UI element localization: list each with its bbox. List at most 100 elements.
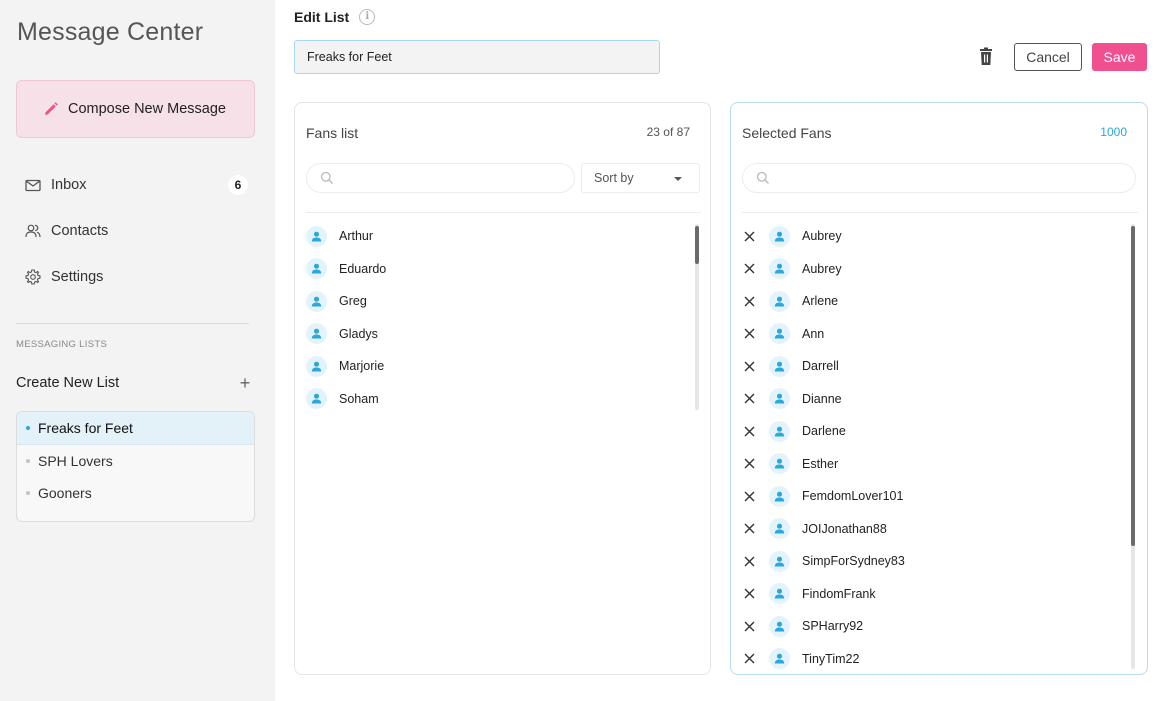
selected-fan-row[interactable]: TinyTim22 (742, 643, 905, 676)
remove-icon[interactable] (742, 229, 756, 243)
sidebar-item-label: Inbox (51, 177, 87, 193)
remove-icon[interactable] (742, 294, 756, 308)
selected-fan-row[interactable]: Ann (742, 318, 905, 351)
user-avatar-icon (769, 518, 790, 540)
user-avatar-icon (769, 550, 790, 572)
selected-fan-row[interactable]: JOIJonathan88 (742, 513, 905, 546)
selected-search-input[interactable] (742, 163, 1136, 193)
fan-row[interactable]: Arthur (306, 220, 386, 253)
user-avatar-icon (769, 323, 790, 345)
user-avatar-icon (769, 648, 790, 670)
remove-icon[interactable] (742, 262, 756, 276)
gear-icon (25, 269, 41, 285)
selected-count: 1000 (1100, 125, 1127, 139)
selected-fan-row[interactable]: FemdomLover101 (742, 480, 905, 513)
selected-fan-row[interactable]: Arlene (742, 285, 905, 318)
unread-count-badge: 6 (228, 175, 248, 195)
fan-name: Aubrey (802, 229, 842, 244)
panel-title: Fans list (306, 125, 359, 141)
plus-icon[interactable]: + (237, 373, 253, 394)
fan-name: Arlene (802, 294, 839, 309)
info-icon[interactable]: i (359, 9, 376, 25)
remove-icon[interactable] (742, 652, 756, 666)
list-item-gooners[interactable]: Gooners (17, 477, 254, 510)
remove-icon[interactable] (742, 522, 756, 536)
user-avatar-icon (306, 355, 327, 377)
user-avatar-icon (769, 355, 790, 377)
selected-fan-row[interactable]: Darrell (742, 350, 905, 383)
selected-fan-row[interactable]: Esther (742, 448, 905, 481)
selected-fan-row[interactable]: Aubrey (742, 220, 905, 253)
page-title: Edit List (294, 9, 350, 25)
compose-label: Compose New Message (68, 101, 226, 117)
scrollbar-thumb[interactable] (695, 226, 699, 264)
fan-row[interactable]: Eduardo (306, 253, 386, 286)
remove-icon[interactable] (742, 392, 756, 406)
selected-fans-panel: Selected Fans 1000 Aubrey Aubrey Arlene Ann… (730, 102, 1148, 675)
trash-icon[interactable] (977, 47, 995, 67)
fan-row[interactable]: Marjorie (306, 350, 386, 383)
mail-icon (25, 179, 41, 191)
sidebar-item-contacts[interactable]: Contacts (16, 216, 248, 246)
fan-name: FindomFrank (802, 586, 876, 601)
sort-label: Sort by (594, 171, 634, 185)
user-avatar-icon (306, 323, 327, 345)
create-new-list-row[interactable]: Create New List + (16, 372, 253, 394)
selected-fan-row[interactable]: FindomFrank (742, 578, 905, 611)
remove-icon[interactable] (742, 587, 756, 601)
fan-name: Darrell (802, 359, 839, 374)
selected-fan-row[interactable]: Darlene (742, 415, 905, 448)
list-item-freaks-for-feet[interactable]: Freaks for Feet (17, 412, 254, 445)
messaging-lists-heading: MESSAGING LISTS (16, 339, 108, 350)
panel-title: Selected Fans (742, 125, 832, 141)
compose-new-message-button[interactable]: Compose New Message (16, 80, 255, 138)
fan-row[interactable]: Greg (306, 285, 386, 318)
selected-fan-row[interactable]: Aubrey (742, 253, 905, 286)
fan-row[interactable]: Soham (306, 383, 386, 416)
selected-fan-row[interactable]: SimpForSydney83 (742, 545, 905, 578)
fans-list-panel: Fans list 23 of 87 Sort by Arthur Eduardo… (294, 102, 711, 675)
fan-name: Greg (339, 294, 367, 309)
panel-divider (306, 212, 701, 213)
caret-down-icon (674, 177, 682, 181)
user-avatar-icon (769, 225, 790, 247)
remove-icon[interactable] (742, 359, 756, 373)
remove-icon[interactable] (742, 327, 756, 341)
list-item-label: SPH Lovers (38, 452, 113, 469)
pencil-icon (45, 102, 58, 115)
list-item-label: Freaks for Feet (38, 419, 133, 436)
fans-scrollbar[interactable] (695, 224, 699, 410)
messaging-lists: Freaks for Feet SPH Lovers Gooners (16, 411, 255, 522)
fan-name: Gladys (339, 326, 378, 341)
sort-by-dropdown[interactable]: Sort by (581, 163, 700, 193)
search-icon (320, 171, 333, 184)
sidebar-item-inbox[interactable]: Inbox 6 (16, 170, 248, 200)
scrollbar-thumb[interactable] (1131, 226, 1135, 546)
fans-search-input[interactable] (306, 163, 575, 193)
panel-divider (742, 212, 1138, 213)
selected-scrollbar[interactable] (1131, 224, 1135, 669)
list-name-input[interactable] (294, 40, 660, 74)
save-button[interactable]: Save (1092, 43, 1147, 71)
fan-name: TinyTim22 (802, 651, 860, 666)
user-avatar-icon (769, 290, 790, 312)
edit-list-heading: Edit List i (294, 9, 376, 25)
user-avatar-icon (769, 388, 790, 410)
selected-fan-row[interactable]: Dianne (742, 383, 905, 416)
user-avatar-icon (306, 290, 327, 312)
sidebar-item-settings[interactable]: Settings (16, 262, 248, 292)
remove-icon[interactable] (742, 489, 756, 503)
remove-icon[interactable] (742, 457, 756, 471)
list-item-sph-lovers[interactable]: SPH Lovers (17, 445, 254, 478)
user-avatar-icon (769, 583, 790, 605)
cancel-button[interactable]: Cancel (1014, 43, 1082, 71)
selected-fan-row[interactable]: SPHarry92 (742, 610, 905, 643)
fan-row[interactable]: Gladys (306, 318, 386, 351)
remove-icon[interactable] (742, 554, 756, 568)
remove-icon[interactable] (742, 424, 756, 438)
app-title: Message Center (17, 18, 204, 46)
search-icon (756, 171, 769, 184)
remove-icon[interactable] (742, 619, 756, 633)
user-avatar-icon (769, 420, 790, 442)
fans-count: 23 of 87 (646, 125, 690, 139)
